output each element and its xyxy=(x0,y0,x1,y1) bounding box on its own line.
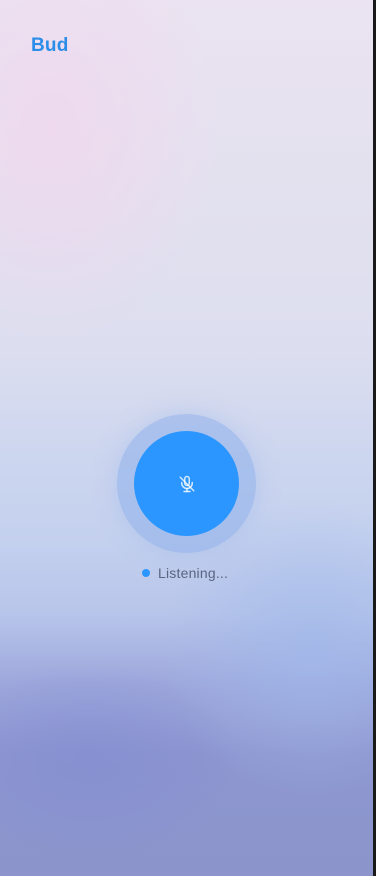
listening-status: Listening... xyxy=(142,565,228,581)
status-text: Listening... xyxy=(158,565,229,581)
app-brand: Bud xyxy=(31,35,69,56)
status-indicator-dot xyxy=(142,569,150,577)
voice-screen: Bud Listening... xyxy=(0,0,373,876)
mic-off-icon xyxy=(178,475,196,493)
mic-toggle-button[interactable] xyxy=(134,431,239,536)
